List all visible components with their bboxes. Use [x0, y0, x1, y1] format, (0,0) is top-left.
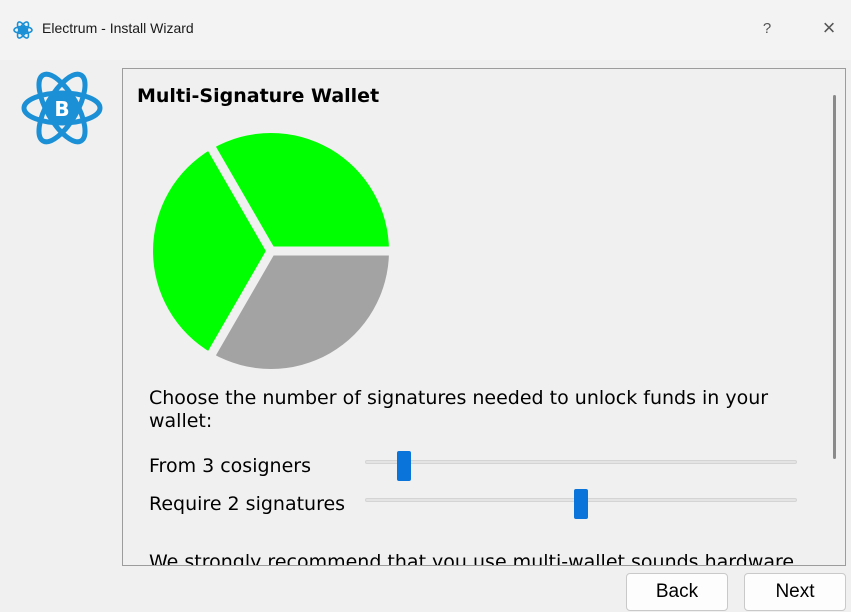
cosigners-label: From 3 cosigners — [149, 455, 311, 477]
cosigners-slider[interactable] — [365, 451, 797, 481]
wizard-content-panel: Multi-Signature Wallet Choose the number… — [122, 68, 846, 566]
next-button[interactable]: Next — [744, 573, 846, 611]
window-subtitle: Install Wizard — [109, 20, 194, 36]
app-name: Electrum — [42, 20, 98, 36]
page-title: Multi-Signature Wallet — [137, 85, 380, 107]
cosigners-slider-track — [365, 460, 797, 464]
svg-text:B: B — [54, 97, 69, 121]
install-wizard-window: Electrum - Install Wizard ? × B Multi-Si… — [0, 0, 851, 612]
help-button[interactable]: ? — [752, 14, 782, 44]
back-button[interactable]: Back — [626, 573, 728, 611]
window-title: Electrum - Install Wizard — [42, 20, 194, 36]
signatures-slider-handle[interactable] — [574, 489, 588, 519]
signatures-label: Require 2 signatures — [149, 493, 346, 515]
signatures-slider[interactable] — [365, 489, 797, 519]
signature-pie-chart — [153, 132, 391, 369]
close-button[interactable]: × — [814, 14, 844, 44]
electrum-icon — [13, 21, 33, 39]
instructions-text: Choose the number of signatures needed t… — [149, 387, 769, 432]
vertical-scrollbar[interactable] — [833, 95, 836, 459]
cutoff-warning-text: We strongly recommend that you use multi… — [149, 551, 795, 566]
title-bar: Electrum - Install Wizard ? × — [0, 0, 851, 60]
cosigners-slider-handle[interactable] — [397, 451, 411, 481]
title-separator: - — [101, 20, 106, 36]
electrum-logo-icon: B — [21, 71, 103, 145]
